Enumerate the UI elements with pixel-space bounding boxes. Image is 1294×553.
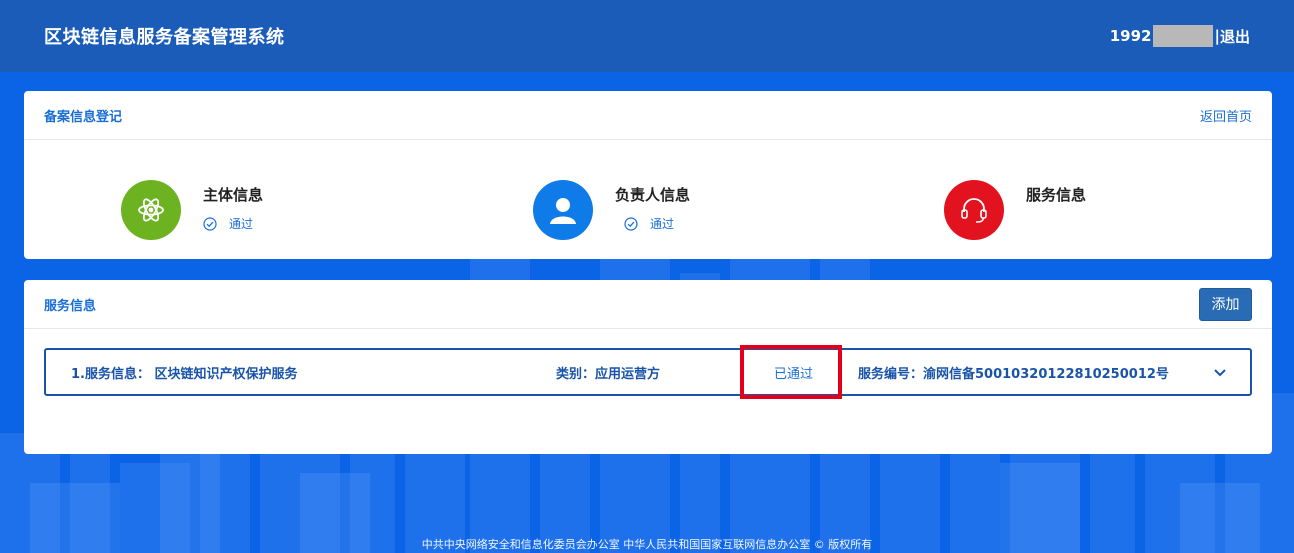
service-category: 类别：应用运营方 <box>556 366 661 382</box>
check-circle-icon <box>203 216 217 231</box>
user-area: 1992 | 退出 <box>1110 25 1250 47</box>
step-name: 负责人信息 <box>615 186 691 204</box>
chevron-down-icon[interactable] <box>1214 366 1226 381</box>
registration-title: 备案信息登记 <box>44 109 123 125</box>
redacted-user-id <box>1152 25 1213 47</box>
app-header: 区块链信息服务备案管理系统 1992 | 退出 <box>0 0 1294 72</box>
footer-copyright: 中共中央网络安全和信息化委员会办公室 中华人民共和国国家互联网信息办公室 © 版… <box>421 538 873 551</box>
headset-icon <box>944 180 1004 240</box>
step-status: 通过 <box>203 215 263 232</box>
service-number: 服务编号：渝网信备50010320122810250012号 <box>858 366 1169 382</box>
step-name: 服务信息 <box>1026 186 1087 204</box>
step-status-text: 通过 <box>229 217 254 231</box>
services-title: 服务信息 <box>44 298 97 314</box>
step-status: 通过 <box>624 215 690 232</box>
back-home-link[interactable]: 返回首页 <box>1200 106 1252 125</box>
service-row[interactable]: 1.服务信息： 区块链知识产权保护服务 类别：应用运营方 已通过 服务编号：渝网… <box>44 348 1252 396</box>
step-owner-info[interactable]: 负责人信息 通过 <box>533 180 690 240</box>
service-info: 1.服务信息： 区块链知识产权保护服务 <box>71 366 298 382</box>
registration-card: 备案信息登记 返回首页 主体信息 通过 负责人信息 通过 服务信息 <box>24 91 1272 259</box>
app-title: 区块链信息服务备案管理系统 <box>44 27 285 48</box>
atom-icon <box>121 180 181 240</box>
step-entity-info[interactable]: 主体信息 通过 <box>121 180 263 240</box>
user-id: 1992 <box>1109 27 1152 45</box>
service-status: 已通过 <box>774 366 814 382</box>
registration-steps: 主体信息 通过 负责人信息 通过 服务信息 <box>24 140 1272 258</box>
person-icon <box>533 180 593 240</box>
logout-link[interactable]: 退出 <box>1220 26 1250 47</box>
step-service-info[interactable]: 服务信息 <box>944 180 1086 240</box>
step-status-text: 通过 <box>650 217 675 231</box>
check-circle-icon <box>624 216 638 231</box>
services-card-header: 服务信息 添加 <box>24 280 1272 329</box>
services-card: 服务信息 添加 1.服务信息： 区块链知识产权保护服务 类别：应用运营方 已通过… <box>24 280 1272 454</box>
registration-card-header: 备案信息登记 返回首页 <box>24 91 1272 140</box>
add-service-button[interactable]: 添加 <box>1199 287 1252 321</box>
step-name: 主体信息 <box>203 186 264 204</box>
